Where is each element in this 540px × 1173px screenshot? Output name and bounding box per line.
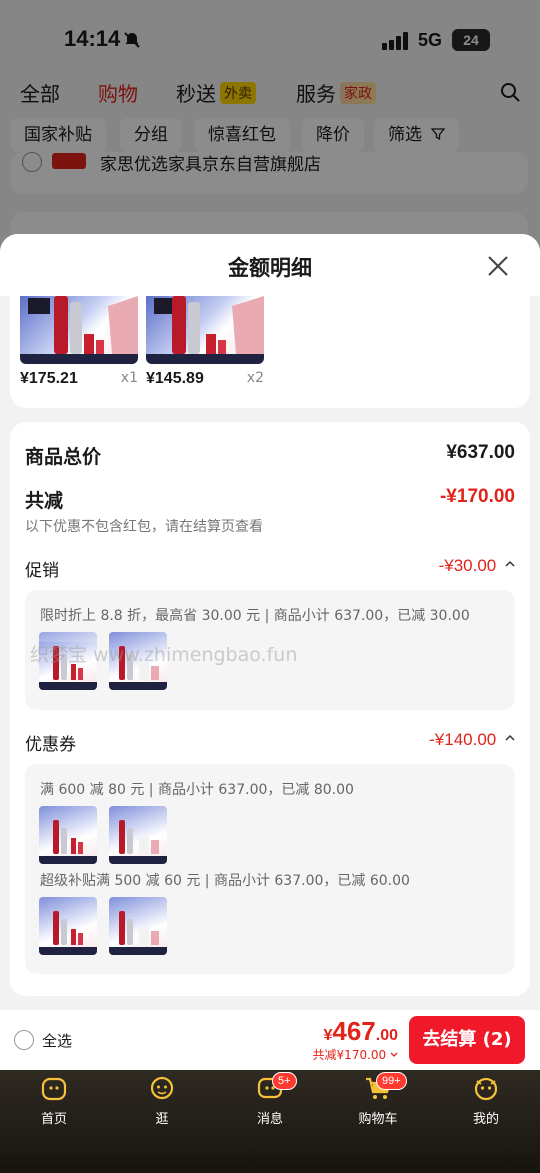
reduce-amount: -¥170.00 — [439, 486, 515, 507]
home-icon — [41, 1077, 67, 1101]
profile-icon — [474, 1077, 498, 1101]
product-price: ¥145.89 — [146, 370, 204, 387]
reduce-label: 共减 — [25, 490, 64, 512]
select-all-checkbox[interactable] — [14, 1030, 34, 1050]
product-quantity: x2 — [246, 370, 264, 386]
total-decimal: .00 — [375, 1027, 398, 1044]
promotion-label: 促销 — [25, 561, 59, 581]
bottom-nav: 首页 逛 5+ 消息 99+ 购物车 我的 — [0, 1070, 540, 1173]
close-icon[interactable] — [486, 254, 510, 278]
sheet-title: 金额明细 — [228, 256, 312, 280]
nav-home-label: 首页 — [40, 1112, 67, 1127]
product-thumbnail — [109, 897, 167, 955]
amount-detail-card: 商品总价 ¥637.00 共减 -¥170.00 以下优惠不包含红包，请在结算页… — [10, 422, 530, 996]
messages-badge: 5+ — [272, 1072, 297, 1090]
watermark: 织梦宝 www.zhimengbao.fun — [30, 644, 298, 666]
cart-badge: 99+ — [376, 1072, 407, 1090]
nav-me-label: 我的 — [472, 1112, 499, 1127]
coupon-detail-line-2: 超级补贴满 500 减 60 元 | 商品小计 637.00，已减 60.00 — [40, 873, 410, 889]
product-price: ¥175.21 — [20, 370, 78, 387]
product-thumbnail — [39, 806, 97, 864]
nav-home[interactable]: 首页 — [0, 1070, 108, 1173]
coupon-toggle[interactable]: -¥140.00 — [429, 730, 515, 750]
product-image — [20, 296, 138, 364]
products-card: ¥175.21 x1 ¥145.89 x2 — [10, 296, 530, 408]
product-thumbnail — [109, 806, 167, 864]
select-all-label: 全选 — [42, 1032, 73, 1050]
checkout-total: ¥467.00 — [323, 1016, 398, 1047]
total-saved-toggle[interactable]: 共减¥170.00 — [313, 1046, 398, 1063]
nav-cart[interactable]: 99+ 购物车 — [324, 1070, 432, 1173]
total-price-amount: ¥637.00 — [446, 442, 515, 463]
nav-messages-label: 消息 — [256, 1112, 283, 1127]
coupon-amount: -¥140.00 — [429, 730, 497, 749]
coupon-label: 优惠券 — [25, 735, 76, 755]
product-item[interactable]: ¥175.21 x1 — [20, 296, 138, 396]
checkout-bar: 全选 ¥467.00 共减¥170.00 去结算 (2) — [0, 1010, 540, 1070]
promotion-detail-line: 限时折上 8.8 折，最高省 30.00 元 | 商品小计 637.00，已减 … — [40, 608, 470, 624]
total-price-label: 商品总价 — [25, 446, 102, 468]
nav-browse[interactable]: 逛 — [108, 1070, 216, 1173]
browse-icon — [150, 1076, 174, 1100]
checkout-button[interactable]: 去结算 (2) — [409, 1016, 525, 1064]
product-thumbnail — [39, 897, 97, 955]
coupon-detail-box: 满 600 减 80 元 | 商品小计 637.00，已减 80.00 超级补贴… — [25, 764, 515, 974]
promotion-toggle[interactable]: -¥30.00 — [439, 556, 515, 576]
total-saved: 共减¥170.00 — [312, 1048, 387, 1062]
product-quantity: x1 — [120, 370, 138, 386]
chevron-up-icon — [505, 560, 515, 567]
total-integer: 467 — [332, 1016, 376, 1046]
nav-me[interactable]: 我的 — [432, 1070, 540, 1173]
promotion-amount: -¥30.00 — [438, 556, 497, 575]
chevron-up-icon — [505, 734, 515, 741]
reduce-note: 以下优惠不包含红包，请在结算页查看 — [25, 519, 263, 535]
amount-detail-sheet: 金额明细 ¥175.21 x1 ¥145.89 x2 商品总价 ¥637.00 … — [0, 234, 540, 1010]
nav-browse-label: 逛 — [155, 1112, 169, 1127]
sheet-header: 金额明细 — [0, 234, 540, 296]
coupon-detail-line-1: 满 600 减 80 元 | 商品小计 637.00，已减 80.00 — [40, 782, 354, 798]
nav-cart-label: 购物车 — [358, 1112, 398, 1127]
nav-messages[interactable]: 5+ 消息 — [216, 1070, 324, 1173]
product-image — [146, 296, 264, 364]
product-item[interactable]: ¥145.89 x2 — [146, 296, 264, 396]
chevron-down-icon — [390, 1052, 398, 1057]
